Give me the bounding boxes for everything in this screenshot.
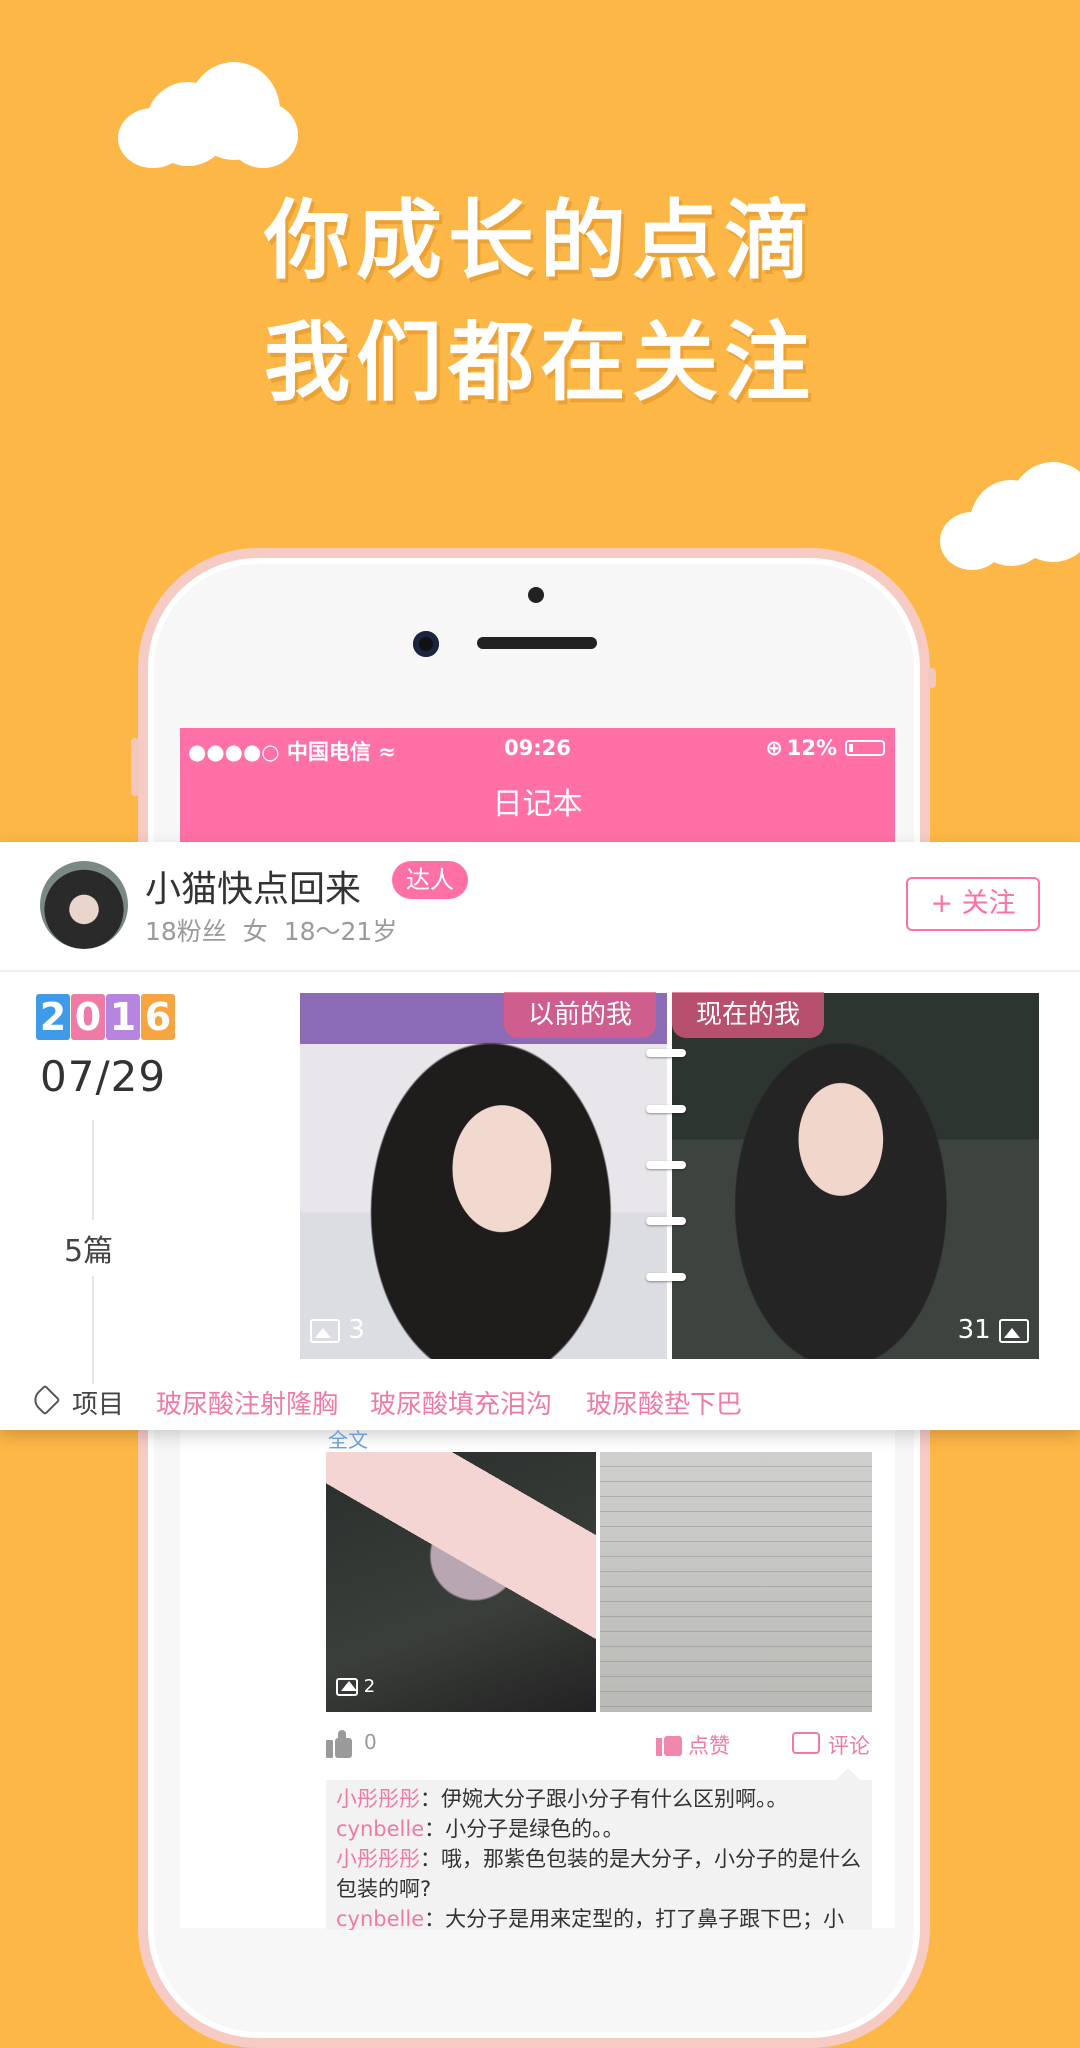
comment-item[interactable]: 小彤彤彤：哦，那紫色包装的是大分子，小分子的是什么包装的啊?	[336, 1844, 862, 1904]
comments-list: 小彤彤彤：伊婉大分子跟小分子有什么区别啊。。 cynbelle：小分子是绿色的。…	[326, 1780, 872, 1930]
action-row: 0 点赞 评论	[326, 1728, 872, 1764]
username[interactable]: 小猫快点回来	[145, 860, 361, 912]
binder-ring	[646, 1217, 686, 1225]
cloud-decoration-top	[118, 62, 298, 172]
comment-user[interactable]: cynbelle	[336, 1817, 424, 1841]
like-icon[interactable]	[656, 1728, 682, 1756]
comment-icon[interactable]	[792, 1732, 820, 1754]
read-more-link[interactable]: 全文	[328, 1424, 368, 1453]
like-button[interactable]: 点赞	[688, 1730, 730, 1760]
binder-ring	[646, 1273, 686, 1281]
before-image-count: 3	[310, 1315, 365, 1345]
binder-ring	[646, 1161, 686, 1169]
year-digit: 6	[141, 994, 175, 1040]
comment-text: ：伊婉大分子跟小分子有什么区别啊。。	[420, 1787, 788, 1811]
follow-button[interactable]: + 关注	[906, 877, 1040, 931]
diary-card[interactable]: 小猫快点回来 达人 18粉丝 女 18～21岁 + 关注 2 0 1 6 07/…	[0, 842, 1080, 1430]
after-label: 现在的我	[672, 992, 825, 1038]
entry-date: 07/29	[40, 1052, 167, 1101]
tag-icon	[29, 1384, 61, 1416]
like-count: 0	[364, 1730, 377, 1754]
image-icon	[310, 1318, 340, 1343]
feed-image-count-text: 2	[363, 1676, 376, 1697]
year-digit: 0	[71, 994, 105, 1040]
tag-item[interactable]: 玻尿酸注射隆胸	[156, 1384, 338, 1421]
feed-image-count: 2	[336, 1676, 375, 1697]
comment-user[interactable]: cynbelle	[336, 1907, 424, 1930]
binder-ring	[646, 1049, 686, 1057]
year-badge: 2 0 1 6	[36, 984, 176, 1040]
phone-side-button-right	[928, 668, 936, 688]
comment-text: ：小分子是绿色的。。	[424, 1817, 624, 1841]
status-bar: ●●●●○ 中国电信 ≈ 09:26 ⊕ 12%	[180, 728, 895, 770]
phone-side-button	[131, 738, 139, 796]
project-tags: 项目 玻尿酸注射隆胸 玻尿酸填充泪沟 玻尿酸垫下巴	[0, 1378, 1080, 1428]
cloud-decoration-right	[940, 462, 1080, 574]
tag-item[interactable]: 玻尿酸垫下巴	[586, 1384, 742, 1421]
comment-item[interactable]: cynbelle：大分子是用来定型的，打了鼻子跟下巴；小分	[336, 1904, 862, 1930]
binder-ring	[646, 1105, 686, 1113]
after-image-count: 31	[958, 1315, 1029, 1345]
feed-photo[interactable]	[600, 1452, 872, 1712]
comments-caret	[836, 1768, 860, 1780]
comment-button[interactable]: 评论	[828, 1730, 870, 1760]
rotation-lock-icon: ⊕	[765, 736, 783, 760]
tags-label: 项目	[72, 1390, 125, 1420]
before-image-count-text: 3	[348, 1315, 365, 1345]
battery-percent: 12%	[786, 736, 837, 760]
year-digit: 1	[106, 994, 140, 1040]
avatar[interactable]	[40, 861, 128, 949]
phone-speaker	[477, 637, 597, 649]
comment-user[interactable]: 小彤彤彤	[336, 1847, 420, 1871]
nav-title: 日记本	[180, 770, 895, 842]
before-photo[interactable]: 3	[300, 993, 667, 1359]
image-icon	[336, 1678, 358, 1696]
after-image-count-text: 31	[957, 1315, 991, 1345]
entry-count: 5篇	[62, 1220, 116, 1276]
comment-item[interactable]: cynbelle：小分子是绿色的。。	[336, 1814, 862, 1844]
phone-sensor	[528, 587, 544, 603]
after-photo[interactable]: 31	[672, 993, 1039, 1359]
phone-front-camera	[413, 631, 439, 657]
comment-user[interactable]: 小彤彤彤	[336, 1787, 420, 1811]
comment-item[interactable]: 小彤彤彤：伊婉大分子跟小分子有什么区别啊。。	[336, 1784, 862, 1814]
divider	[0, 970, 1080, 972]
thumbs-up-icon	[326, 1730, 352, 1758]
battery-fill	[849, 744, 853, 752]
year-digit: 2	[36, 994, 70, 1040]
before-label: 以前的我	[504, 992, 657, 1038]
binder-rings	[646, 1049, 690, 1289]
headline-line-1: 你成长的点滴	[264, 191, 816, 291]
image-icon	[999, 1318, 1029, 1343]
expert-badge: 达人	[392, 861, 468, 899]
headline-line-2: 我们都在关注	[264, 313, 816, 413]
battery-icon	[845, 740, 885, 756]
tag-item[interactable]: 玻尿酸填充泪沟	[370, 1384, 552, 1421]
feed-photo[interactable]	[326, 1452, 596, 1712]
user-info: 18粉丝 女 18～21岁	[145, 917, 398, 946]
